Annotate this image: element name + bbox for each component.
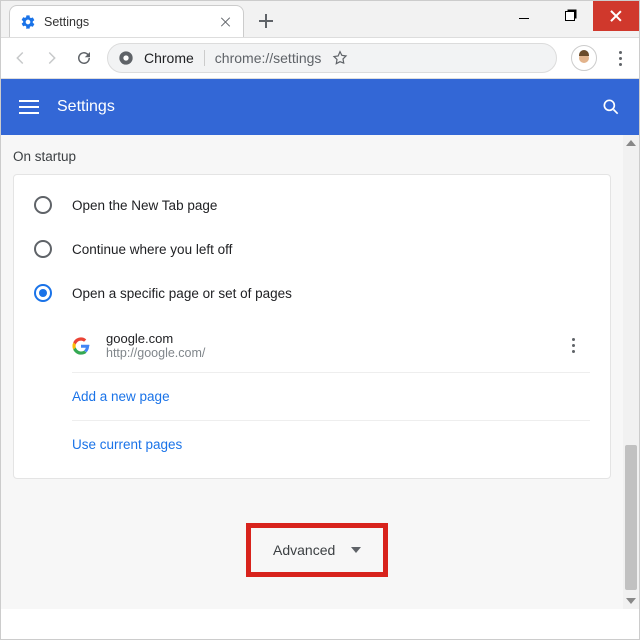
window-close-button[interactable] (593, 1, 639, 31)
tab-title: Settings (44, 15, 211, 29)
tab-close-icon[interactable] (219, 15, 233, 29)
gear-icon (20, 14, 36, 30)
section-title: On startup (9, 135, 631, 174)
page-title: Settings (57, 98, 115, 116)
reload-button[interactable] (75, 49, 93, 67)
startup-option-specific[interactable]: Open a specific page or set of pages (14, 271, 610, 315)
chevron-down-icon (351, 547, 361, 553)
window-caption-buttons (501, 1, 639, 31)
option-label: Continue where you left off (72, 242, 232, 257)
profile-avatar[interactable] (571, 45, 597, 71)
window-maximize-button[interactable] (547, 1, 593, 31)
advanced-label: Advanced (273, 542, 335, 558)
startup-pages-list: google.com http://google.com/ Add a new … (14, 315, 610, 478)
omnibox-divider (204, 50, 205, 66)
forward-button[interactable] (43, 49, 61, 67)
radio-icon (34, 196, 52, 214)
browser-toolbar: Chrome chrome://settings (1, 37, 639, 79)
settings-header: Settings (1, 79, 639, 135)
settings-content: On startup Open the New Tab page Continu… (1, 135, 639, 609)
startup-option-newtab[interactable]: Open the New Tab page (14, 183, 610, 227)
radio-icon (34, 240, 52, 258)
add-new-page-link[interactable]: Add a new page (72, 372, 590, 420)
startup-page-url: http://google.com/ (106, 346, 548, 360)
google-favicon (72, 337, 90, 355)
startup-page-name: google.com (106, 331, 548, 346)
vertical-scrollbar[interactable] (623, 135, 639, 609)
chrome-icon (118, 50, 134, 66)
window-minimize-button[interactable] (501, 1, 547, 31)
address-bar[interactable]: Chrome chrome://settings (107, 43, 557, 73)
startup-card: Open the New Tab page Continue where you… (13, 174, 611, 479)
advanced-toggle[interactable]: Advanced (246, 523, 388, 577)
radio-icon (34, 284, 52, 302)
use-current-pages-link[interactable]: Use current pages (72, 420, 590, 468)
option-label: Open the New Tab page (72, 198, 217, 213)
option-label: Open a specific page or set of pages (72, 286, 292, 301)
omnibox-url: chrome://settings (215, 50, 322, 66)
browser-menu-button[interactable] (611, 51, 629, 66)
startup-page-entry: google.com http://google.com/ (72, 319, 590, 372)
omnibox-origin: Chrome (144, 50, 194, 66)
entry-menu-button[interactable] (564, 338, 582, 353)
scroll-up-button[interactable] (623, 135, 639, 151)
menu-icon[interactable] (19, 100, 39, 114)
scrollbar-thumb[interactable] (625, 445, 637, 590)
tab-settings[interactable]: Settings (9, 5, 244, 37)
startup-option-continue[interactable]: Continue where you left off (14, 227, 610, 271)
plus-icon (259, 14, 273, 28)
scroll-down-button[interactable] (623, 593, 639, 609)
search-icon[interactable] (601, 97, 621, 117)
back-button[interactable] (11, 49, 29, 67)
star-icon[interactable] (331, 49, 349, 67)
new-tab-button[interactable] (252, 7, 280, 35)
